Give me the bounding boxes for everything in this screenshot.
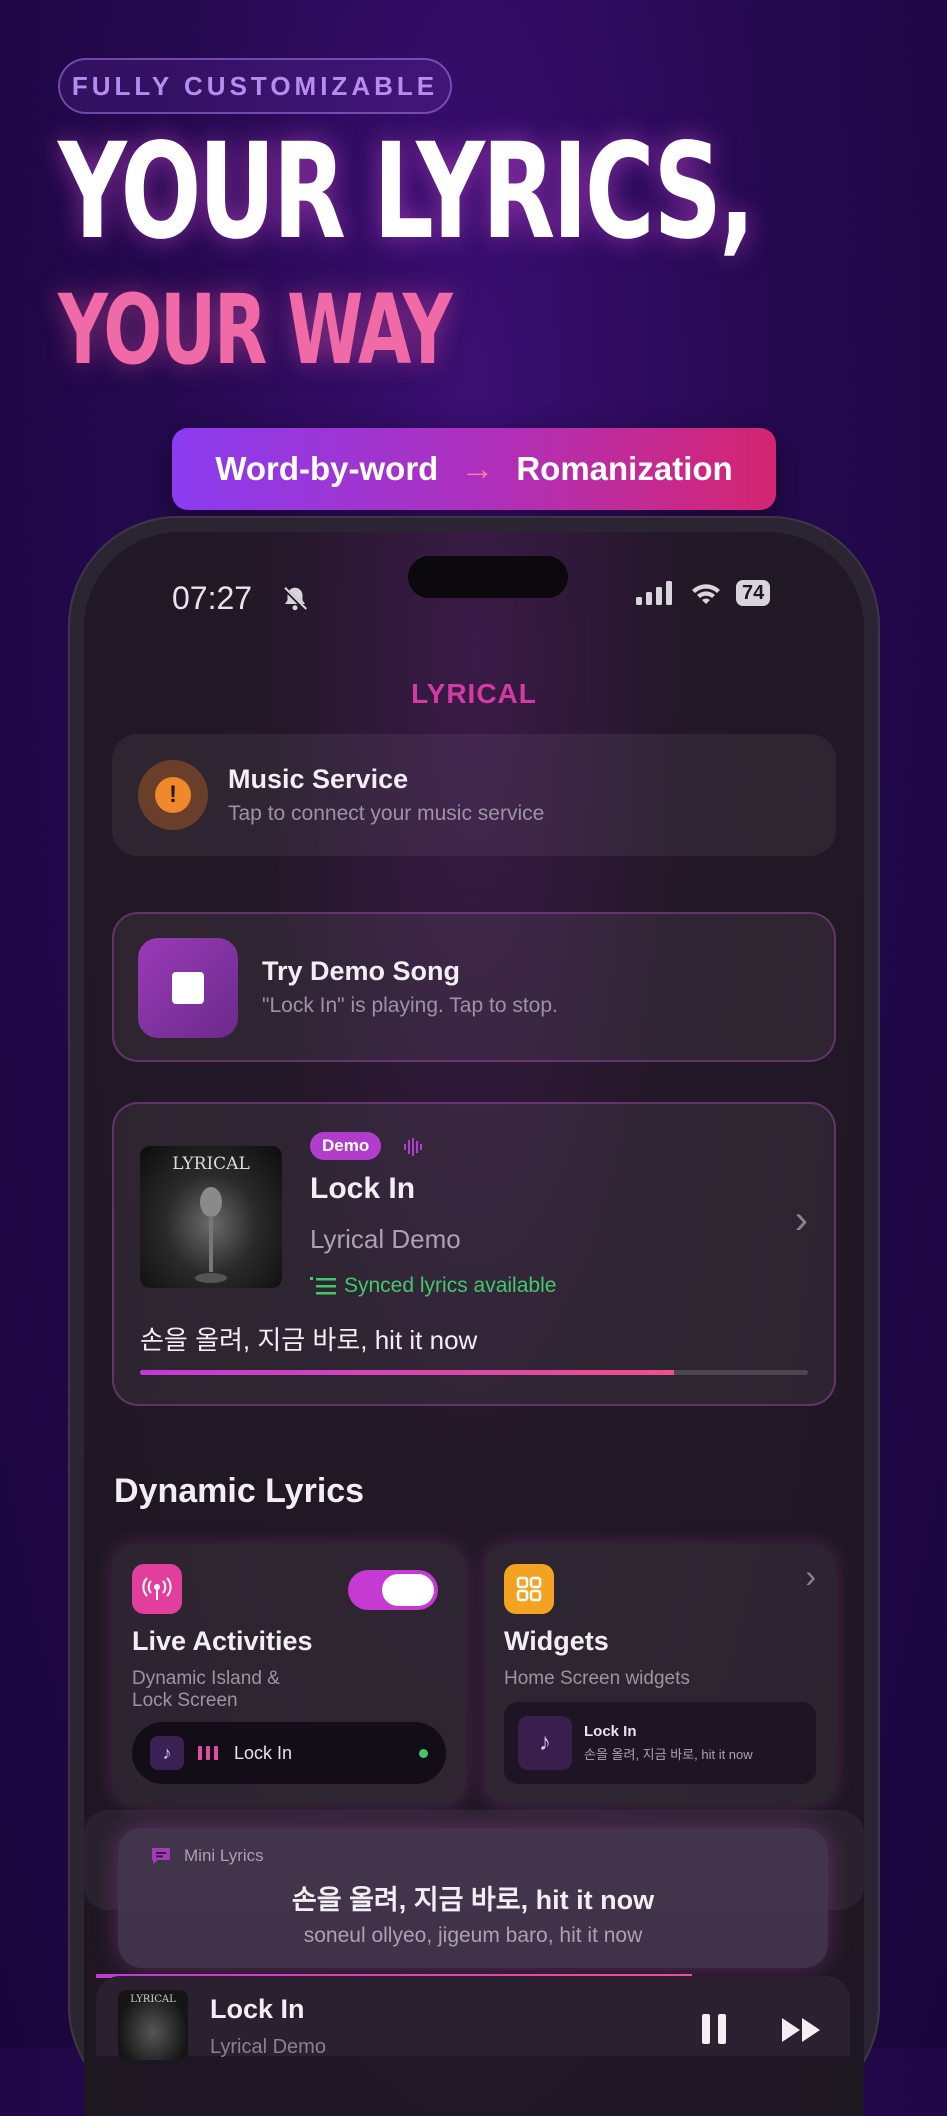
current-lyric: 손을 올려, 지금 바로, hit it now bbox=[140, 1325, 478, 1355]
demo-song-card[interactable]: Try Demo Song "Lock In" is playing. Tap … bbox=[112, 912, 836, 1062]
pause-icon[interactable] bbox=[702, 2014, 726, 2044]
battery-indicator: 74 bbox=[736, 580, 771, 606]
demo-song-title: Try Demo Song bbox=[262, 956, 461, 986]
album-art-text: LYRICAL bbox=[172, 1154, 250, 1174]
status-time: 07:27 bbox=[172, 580, 253, 616]
live-activities-tile[interactable]: Live Activities Dynamic Island & Lock Sc… bbox=[112, 1544, 466, 1806]
equalizer-icon bbox=[198, 1746, 218, 1760]
headline-line2: YOUR WAY bbox=[58, 274, 453, 386]
broadcast-icon bbox=[132, 1564, 182, 1614]
warning-icon: ! bbox=[138, 760, 208, 830]
live-activities-subtitle-2: Lock Screen bbox=[132, 1690, 238, 1711]
dynamic-island bbox=[408, 556, 568, 598]
player-album-art: LYRICAL bbox=[118, 1990, 188, 2060]
track-artist: Lyrical Demo bbox=[310, 1224, 461, 1254]
headline-line1: YOUR LYRICS, bbox=[58, 115, 755, 269]
mini-lyrics-line: 손을 올려, 지금 바로, hit it now bbox=[291, 1885, 655, 1915]
stop-icon[interactable] bbox=[138, 938, 238, 1038]
synced-lyrics-status: Synced lyrics available bbox=[310, 1274, 556, 1298]
track-progress[interactable] bbox=[140, 1370, 808, 1375]
grid-icon bbox=[504, 1564, 554, 1614]
fast-forward-icon[interactable] bbox=[780, 2016, 824, 2044]
now-playing-card[interactable]: LYRICAL Demo Lock In Lyrical Demo Synced… bbox=[112, 1102, 836, 1406]
feature-left-label: Word-by-word bbox=[215, 450, 439, 487]
waveform-icon bbox=[404, 1138, 422, 1156]
feature-right-label: Romanization bbox=[516, 450, 733, 487]
status-icons: 74 bbox=[636, 580, 771, 606]
player-track-title: Lock In bbox=[210, 1994, 305, 2024]
music-service-title: Music Service bbox=[228, 764, 409, 794]
microphone-icon bbox=[195, 1187, 227, 1283]
album-art: LYRICAL bbox=[140, 1146, 282, 1288]
music-note-icon: ♪ bbox=[150, 1736, 184, 1770]
active-dot bbox=[419, 1748, 428, 1758]
mini-lyrics-romanized: soneul ollyeo, jigeum baro, hit it now bbox=[303, 1924, 643, 1947]
music-service-card[interactable]: ! Music Service Tap to connect your musi… bbox=[112, 734, 836, 856]
player-album-art-text: LYRICAL bbox=[130, 1994, 176, 2005]
demo-song-subtitle: "Lock In" is playing. Tap to stop. bbox=[262, 994, 558, 1017]
widgets-tile[interactable]: › Widgets Home Screen widgets ♪ Lock In … bbox=[484, 1544, 836, 1806]
mini-lyrics-overlay[interactable]: Mini Lyrics 손을 올려, 지금 바로, hit it now son… bbox=[118, 1828, 828, 1968]
widget-lyric: 손을 올려, 지금 바로, hit it now bbox=[584, 1747, 753, 1762]
demo-badge: Demo bbox=[310, 1132, 382, 1160]
arrow-right-icon: → bbox=[460, 449, 495, 488]
track-title: Lock In bbox=[310, 1172, 416, 1205]
live-activities-title: Live Activities bbox=[132, 1626, 313, 1656]
chevron-right-icon[interactable]: › bbox=[805, 1558, 816, 1595]
chevron-right-icon[interactable]: › bbox=[795, 1198, 808, 1243]
feature-pill: Word-by-word → Romanization bbox=[172, 428, 776, 510]
app-brand: LYRICAL bbox=[411, 678, 537, 709]
signal-icon bbox=[636, 581, 672, 605]
feature-tag: FULLY CUSTOMIZABLE bbox=[58, 58, 452, 114]
list-icon bbox=[310, 1277, 336, 1295]
mini-lyrics-label: Mini Lyrics bbox=[184, 1846, 264, 1865]
section-title: Dynamic Lyrics bbox=[114, 1472, 365, 1510]
mini-player[interactable]: LYRICAL Lock In Lyrical Demo bbox=[96, 1976, 850, 2060]
live-activity-preview: ♪ Lock In bbox=[132, 1722, 446, 1784]
live-activities-subtitle-1: Dynamic Island & bbox=[132, 1668, 280, 1689]
bell-muted-icon bbox=[282, 586, 308, 612]
live-activities-toggle[interactable] bbox=[348, 1570, 438, 1610]
music-service-subtitle: Tap to connect your music service bbox=[228, 802, 545, 825]
track-progress-fill bbox=[140, 1370, 675, 1375]
widgets-title: Widgets bbox=[504, 1626, 609, 1656]
live-activity-track: Lock In bbox=[234, 1742, 293, 1763]
chat-bubble-icon bbox=[152, 1848, 170, 1864]
widgets-subtitle: Home Screen widgets bbox=[504, 1668, 690, 1689]
wifi-icon bbox=[692, 584, 720, 604]
widget-preview: ♪ Lock In 손을 올려, 지금 바로, hit it now bbox=[504, 1702, 816, 1784]
synced-lyrics-label: Synced lyrics available bbox=[344, 1274, 557, 1297]
music-note-icon: ♪ bbox=[518, 1716, 572, 1770]
widget-track: Lock In bbox=[584, 1723, 637, 1740]
mini-lyrics-header: Mini Lyrics bbox=[150, 1846, 264, 1866]
